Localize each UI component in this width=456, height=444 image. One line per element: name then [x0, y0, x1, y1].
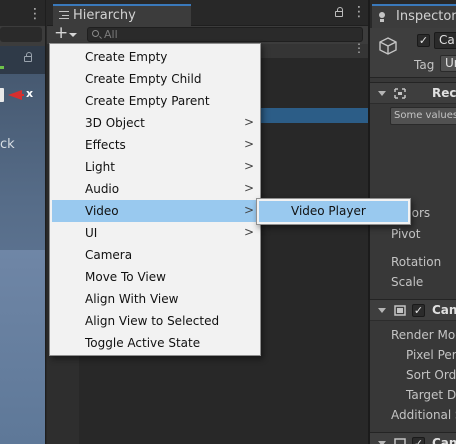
menu-item-label: Align View to Selected: [85, 314, 220, 328]
menu-item-ui[interactable]: UI >: [52, 222, 260, 244]
menu-item-label: Effects: [85, 138, 126, 152]
inspector-tab-bar: Inspector: [370, 0, 456, 28]
info-icon: [379, 12, 385, 22]
menu-item-label: Video Player: [291, 204, 366, 218]
menu-item-create-empty-parent[interactable]: Create Empty Parent: [52, 90, 260, 112]
menu-item-label: 3D Object: [85, 116, 145, 130]
multi-value-dropdown[interactable]: Some values: [390, 107, 456, 125]
pivot-label: Pivot: [391, 227, 421, 241]
render-mode-label: Render Mod: [391, 328, 456, 342]
object-name-field[interactable]: Ca: [434, 32, 456, 49]
menu-item-label: Align With View: [85, 292, 179, 306]
menu-item-align-view-to-selected[interactable]: Align View to Selected: [52, 310, 260, 332]
hierarchy-search-input[interactable]: All: [87, 27, 363, 42]
inspector-tab-label: Inspector: [396, 9, 456, 24]
canvas-component-header[interactable]: ✓ Canv: [370, 299, 456, 321]
sort-order-label: Sort Orde: [406, 368, 456, 382]
menu-item-label: Move To View: [85, 270, 166, 284]
tag-dropdown[interactable]: Ur: [440, 55, 456, 72]
hierarchy-toolbar: + All: [47, 23, 369, 44]
canvas-scaler-title: Canv: [432, 436, 456, 444]
menu-item-label: Camera: [85, 248, 133, 262]
menu-item-create-empty[interactable]: Create Empty: [52, 46, 260, 68]
canvas-scaler-icon: [394, 438, 406, 444]
foldout-arrow-icon[interactable]: [378, 91, 386, 96]
menu-item-label: Toggle Active State: [85, 336, 201, 350]
menu-item-3d-object[interactable]: 3D Object >: [52, 112, 260, 134]
menu-item-video-player[interactable]: Video Player: [259, 201, 408, 222]
canvas-enabled-checkbox[interactable]: ✓: [412, 304, 425, 317]
menu-item-align-with-view[interactable]: Align With View: [52, 288, 260, 310]
rotation-label: Rotation: [391, 255, 442, 269]
hierarchy-tab-label: Hierarchy: [73, 8, 136, 23]
search-icon: [92, 30, 99, 37]
chevron-down-icon: [69, 33, 77, 37]
hierarchy-kebab-icon[interactable]: ⋮: [352, 4, 366, 20]
tab-hierarchy[interactable]: Hierarchy: [53, 4, 191, 26]
menu-item-camera[interactable]: Camera: [52, 244, 260, 266]
menu-item-label: UI: [85, 226, 98, 240]
chevron-right-icon: >: [244, 181, 255, 195]
pixel-perfect-label: Pixel Perf: [406, 348, 456, 362]
create-context-menu: Create Empty Create Empty Child Create E…: [49, 43, 261, 356]
cube-icon: [379, 37, 397, 55]
menu-item-label: Create Empty Parent: [85, 94, 210, 108]
tag-label: Tag: [414, 58, 435, 72]
tab-inspector[interactable]: Inspector: [372, 4, 456, 28]
menu-item-label: Audio: [85, 182, 120, 196]
object-active-checkbox[interactable]: ✓: [417, 34, 430, 47]
menu-item-effects[interactable]: Effects >: [52, 134, 260, 156]
foldout-arrow-icon[interactable]: [378, 308, 386, 313]
menu-item-label: Video: [85, 204, 119, 218]
rect-transform-header[interactable]: Rect: [370, 82, 456, 104]
scale-label: Scale: [391, 275, 424, 289]
canvas-scaler-header[interactable]: ✓ Canv: [370, 432, 456, 444]
menu-item-label: Light: [85, 160, 115, 174]
hierarchy-tab-bar: Hierarchy ⋮: [47, 0, 369, 26]
canvas-icon: [394, 305, 406, 316]
chevron-right-icon: >: [244, 203, 255, 217]
video-submenu: Video Player: [256, 198, 411, 225]
canvas-scaler-enabled-checkbox[interactable]: ✓: [412, 437, 425, 444]
canvas-title: Canv: [432, 303, 456, 317]
chevron-right-icon: >: [244, 159, 255, 173]
chevron-right-icon: >: [244, 137, 255, 151]
menu-item-video[interactable]: Video >: [52, 200, 260, 222]
plus-icon: +: [54, 23, 69, 43]
rect-transform-title: Rect: [432, 86, 456, 100]
menu-item-light[interactable]: Light >: [52, 156, 260, 178]
additional-channels-label: Additional S: [391, 408, 456, 422]
menu-item-label: Create Empty: [85, 50, 168, 64]
scene-row-kebab-icon[interactable]: ⋮: [353, 41, 365, 55]
hierarchy-selected-row[interactable]: [261, 108, 369, 123]
menu-item-move-to-view[interactable]: Move To View: [52, 266, 260, 288]
target-display-label: Target Di: [406, 388, 456, 402]
hierarchy-lock-icon[interactable]: [335, 7, 343, 17]
menu-item-create-empty-child[interactable]: Create Empty Child: [52, 68, 260, 90]
hierarchy-search-placeholder: All: [104, 28, 118, 41]
menu-item-label: Create Empty Child: [85, 72, 202, 86]
scene-view[interactable]: ⋮ x ck: [0, 0, 46, 444]
chevron-right-icon: >: [244, 225, 255, 239]
menu-item-toggle-active-state[interactable]: Toggle Active State: [52, 332, 260, 354]
scene-border: [0, 0, 46, 444]
chevron-right-icon: >: [244, 115, 255, 129]
hierarchy-list-icon: [59, 11, 69, 19]
rect-transform-icon: [394, 88, 406, 99]
create-dropdown-button[interactable]: +: [53, 23, 81, 43]
menu-item-audio[interactable]: Audio >: [52, 178, 260, 200]
